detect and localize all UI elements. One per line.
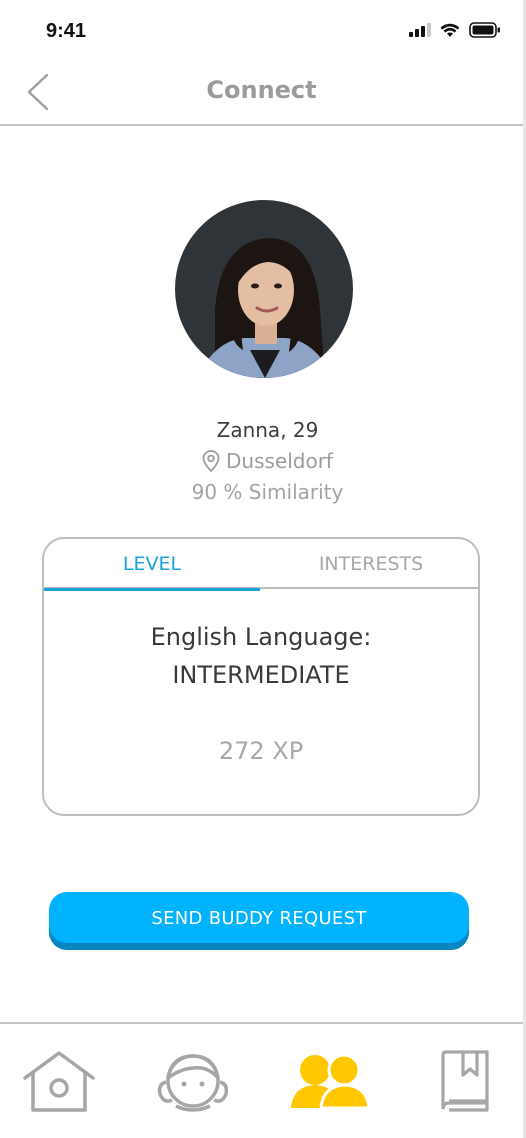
nav-profile[interactable]	[148, 1024, 238, 1138]
nav-buddies[interactable]	[284, 1024, 376, 1138]
nav-header: Connect	[0, 62, 523, 126]
profile-location: Dusseldorf	[0, 449, 526, 473]
tab-level[interactable]: LEVEL	[44, 539, 260, 591]
info-card: LEVEL INTERESTS English Language: INTERM…	[42, 537, 480, 816]
home-icon	[23, 1051, 95, 1112]
status-icons	[409, 22, 501, 38]
profile-name: Zanna, 29	[216, 418, 319, 442]
language-label: English Language:	[150, 623, 372, 651]
status-bar: 9:41	[0, 0, 523, 62]
bookmark-book-icon	[441, 1050, 489, 1112]
cellular-signal-icon	[409, 23, 431, 37]
bottom-nav	[0, 1022, 523, 1138]
nav-home[interactable]	[14, 1024, 104, 1138]
tab-interests[interactable]: INTERESTS	[262, 539, 478, 589]
location-text: Dusseldorf	[226, 449, 333, 473]
nav-library[interactable]	[420, 1024, 510, 1138]
send-buddy-request-button[interactable]: SEND BUDDY REQUEST	[49, 892, 469, 950]
location-pin-icon	[202, 450, 220, 472]
similarity-score: 90 % Similarity	[191, 480, 344, 504]
language-level: INTERMEDIATE	[172, 661, 350, 689]
profile-icon	[157, 1054, 229, 1112]
wifi-icon	[440, 23, 460, 37]
buddies-icon	[291, 1053, 371, 1110]
xp-value: 272 XP	[218, 737, 304, 765]
app-screen: 9:41 Connect Zanna, 29 Dusseldorf 90 % S…	[0, 0, 526, 1138]
page-title: Connect	[206, 76, 317, 104]
status-time: 9:41	[46, 20, 87, 42]
profile-avatar	[175, 200, 353, 378]
battery-icon	[469, 22, 500, 38]
card-tabs: LEVEL INTERESTS	[44, 539, 478, 591]
